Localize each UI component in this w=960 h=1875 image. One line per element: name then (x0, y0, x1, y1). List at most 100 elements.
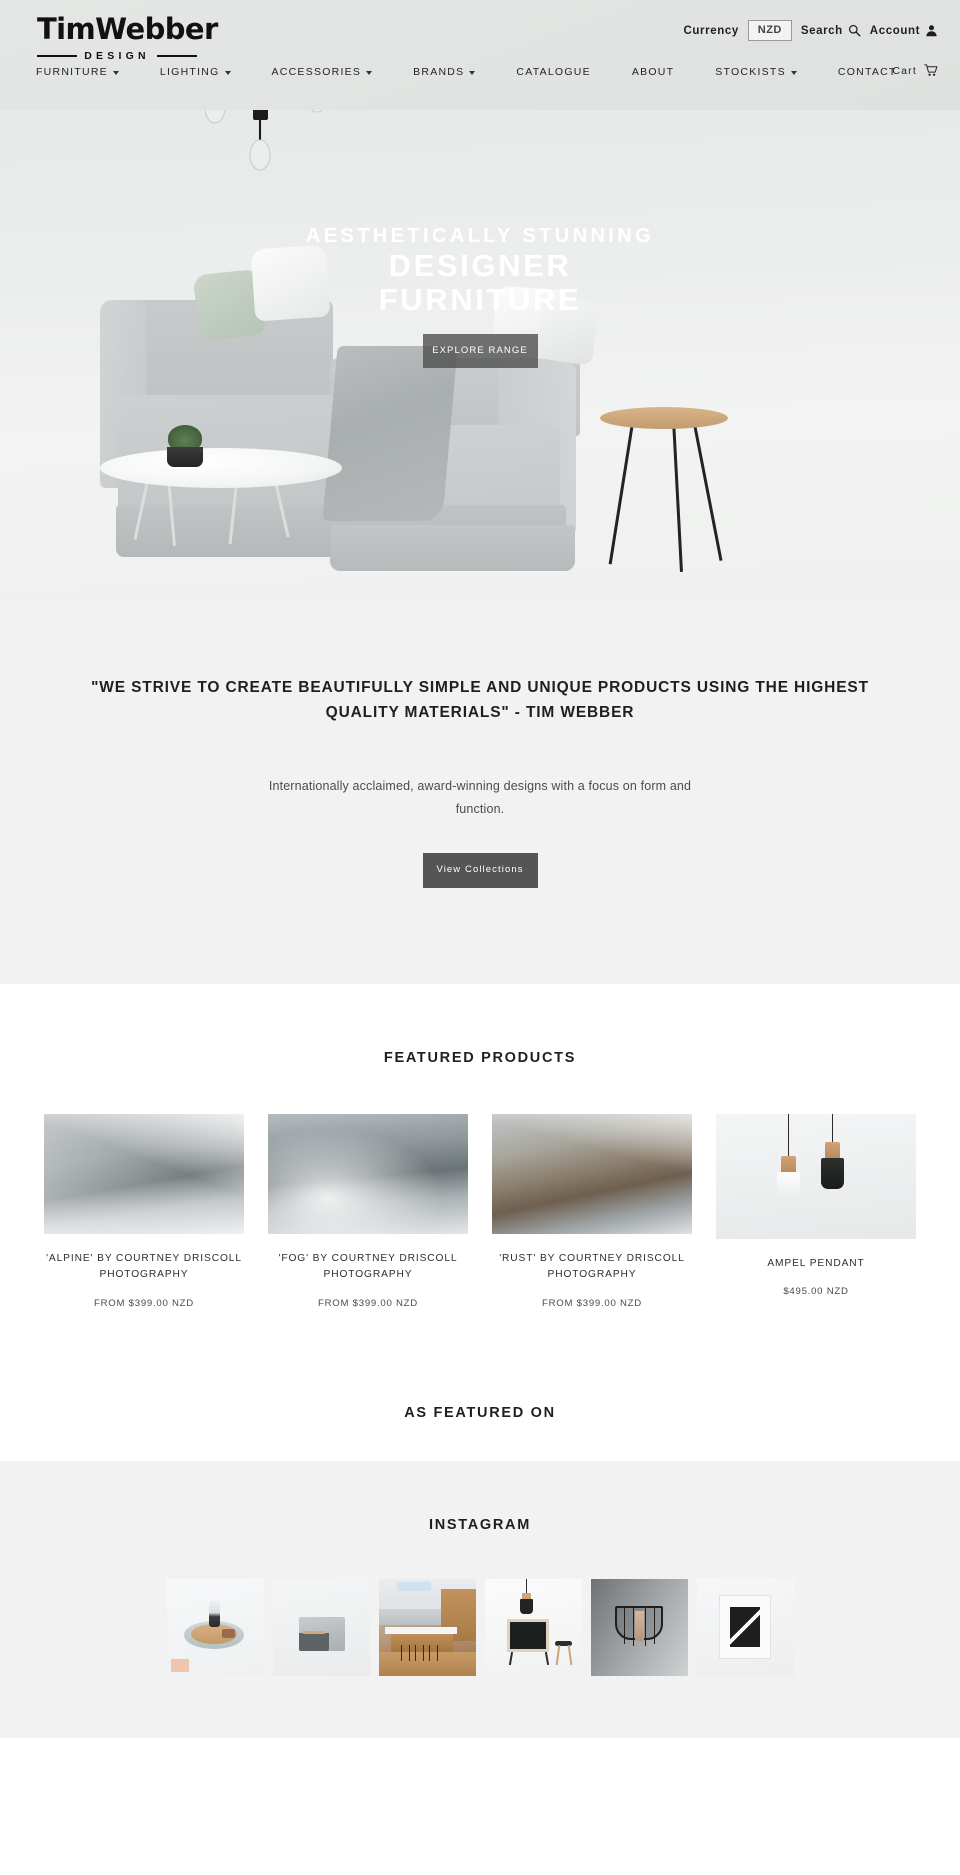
product-card-ampel-pendant[interactable]: AMPEL PENDANT $495.00 NZD (716, 1113, 916, 1309)
artwork-graphic (729, 1606, 760, 1647)
nav-item-stockists[interactable]: STOCKISTS (715, 66, 797, 78)
as-featured-on-section: AS FEATURED ON (0, 1380, 960, 1461)
product-title: AMPEL PENDANT (767, 1257, 865, 1269)
nav-item-brands[interactable]: BRANDS (413, 66, 476, 78)
stool-leg (567, 1644, 572, 1665)
explore-range-button[interactable]: EXPLORE RANGE (422, 333, 538, 368)
search-link[interactable]: Search (801, 24, 861, 37)
hourglass-shape (208, 1600, 220, 1627)
as-featured-on-title: AS FEATURED ON (404, 1404, 556, 1421)
kitchen-island-top (384, 1626, 457, 1634)
brand-subtext: Internationally acclaimed, award-winning… (268, 779, 692, 817)
kitchen-stool (428, 1644, 438, 1661)
product-title: 'ALPINE' BY COURTNEY DRISCOLL PHOTOGRAPH… (46, 1252, 242, 1281)
pendant-shade-black (821, 1157, 844, 1189)
instagram-post[interactable] (484, 1578, 582, 1676)
nav-label: ACCESSORIES (271, 66, 362, 78)
sideboard-leg (544, 1651, 549, 1665)
cart-label: Cart (892, 64, 917, 77)
side-table-top (600, 407, 728, 429)
instagram-grid (0, 1578, 960, 1676)
product-price: FROM $399.00 NZD (318, 1297, 418, 1309)
account-label: Account (869, 24, 920, 37)
magazine-content (634, 1610, 644, 1641)
instagram-title: INSTAGRAM (428, 1516, 532, 1533)
product-title: 'RUST' BY COURTNEY DRISCOLL PHOTOGRAPHY (499, 1252, 685, 1281)
side-table-leg (672, 420, 683, 572)
product-grid: 'ALPINE' BY COURTNEY DRISCOLL PHOTOGRAPH… (0, 1113, 960, 1309)
site-header: TimWebber DESIGN Currency NZD Search Acc… (0, 0, 960, 110)
logo-wordmark: TimWebber (37, 12, 218, 46)
stool-leg (555, 1644, 560, 1665)
sofa-base-right (330, 525, 575, 571)
pendant-shade (519, 1598, 533, 1614)
brand-quote: "WE STRIVE TO CREATE BEAUTIFULLY SIMPLE … (91, 679, 869, 722)
magazine-rack-bar (653, 1607, 656, 1644)
nav-item-contact[interactable]: CONTACT (838, 66, 897, 78)
nav-item-furniture[interactable]: FURNITURE (36, 66, 119, 78)
logo-tagline-row: DESIGN (37, 50, 197, 62)
nav-item-catalogue[interactable]: CATALOGUE (516, 66, 590, 78)
hero-title-line1: DESIGNER (388, 248, 572, 283)
view-collections-button[interactable]: View Collections (422, 853, 538, 888)
user-icon (925, 24, 938, 37)
nav-item-lighting[interactable]: LIGHTING (160, 66, 231, 78)
product-card-fog[interactable]: 'FOG' BY COURTNEY DRISCOLL PHOTOGRAPHY F… (268, 1113, 468, 1309)
product-price: FROM $399.00 NZD (542, 1297, 642, 1309)
magazine-rack-bar (623, 1607, 626, 1644)
pendant-shade-white (777, 1171, 800, 1202)
instagram-post[interactable] (166, 1578, 264, 1676)
instagram-post[interactable] (590, 1578, 688, 1676)
instagram-section: INSTAGRAM (0, 1460, 960, 1738)
hero-title-line2: FURNITURE (378, 281, 582, 317)
instagram-post[interactable] (696, 1578, 794, 1676)
coffee-table-top (100, 448, 342, 488)
currency-label: Currency (683, 24, 739, 37)
kitchen-skylight (396, 1581, 431, 1591)
instagram-post[interactable] (272, 1578, 370, 1676)
sideboard-body (509, 1621, 546, 1649)
logo-rule-right (156, 55, 197, 57)
product-title: 'FOG' BY COURTNEY DRISCOLL PHOTOGRAPHY (278, 1252, 458, 1281)
sideboard-leg (508, 1651, 513, 1665)
leather-square (221, 1628, 235, 1638)
main-navigation: FURNITURE LIGHTING ACCESSORIES BRANDS CA… (36, 66, 897, 78)
chevron-down-icon (112, 70, 119, 75)
nav-label: FURNITURE (36, 66, 108, 78)
currency-select[interactable]: NZD (747, 20, 792, 41)
cart-link[interactable]: Cart (892, 64, 938, 77)
nav-item-accessories[interactable]: ACCESSORIES (272, 66, 373, 78)
instagram-post[interactable] (378, 1578, 476, 1676)
nav-item-about[interactable]: ABOUT (632, 66, 674, 78)
product-card-alpine[interactable]: 'ALPINE' BY COURTNEY DRISCOLL PHOTOGRAPH… (44, 1113, 244, 1309)
side-table-leg (608, 420, 634, 565)
chevron-down-icon (790, 70, 797, 75)
product-card-rust[interactable]: 'RUST' BY COURTNEY DRISCOLL PHOTOGRAPHY … (492, 1113, 692, 1309)
storage-box-handle (302, 1630, 325, 1634)
kitchen-stool (400, 1644, 410, 1661)
peach-swatch (170, 1658, 189, 1672)
nav-label: BRANDS (413, 66, 465, 78)
chevron-down-icon (469, 70, 476, 75)
search-label: Search (800, 24, 843, 37)
brand-statement-section: "WE STRIVE TO CREATE BEAUTIFULLY SIMPLE … (0, 601, 960, 984)
storage-box-drawer (298, 1632, 329, 1651)
pendant-cord (788, 1113, 790, 1158)
product-image-alpine (44, 1113, 244, 1234)
kitchen-backsplash (378, 1608, 441, 1625)
product-price: FROM $399.00 NZD (94, 1297, 194, 1309)
hero-kicker: AESTHETICALLY STUNNING (305, 225, 655, 247)
pendant-cord (832, 1113, 834, 1144)
featured-products-title: FEATURED PRODUCTS (383, 1049, 577, 1066)
product-image-ampel-pendant (716, 1113, 916, 1239)
featured-products-section: FEATURED PRODUCTS 'ALPINE' BY COURTNEY D… (0, 983, 960, 1381)
kitchen-floor (378, 1651, 476, 1676)
side-table-leg (692, 421, 723, 561)
account-link[interactable]: Account (870, 24, 938, 37)
product-price: $495.00 NZD (783, 1286, 849, 1298)
throw-blanket (322, 346, 458, 521)
hero-copy: AESTHETICALLY STUNNING DESIGNER FURNITUR… (0, 225, 960, 368)
nav-label: LIGHTING (159, 66, 220, 78)
site-logo[interactable]: TimWebber DESIGN (37, 12, 218, 62)
product-image-fog (268, 1113, 468, 1234)
